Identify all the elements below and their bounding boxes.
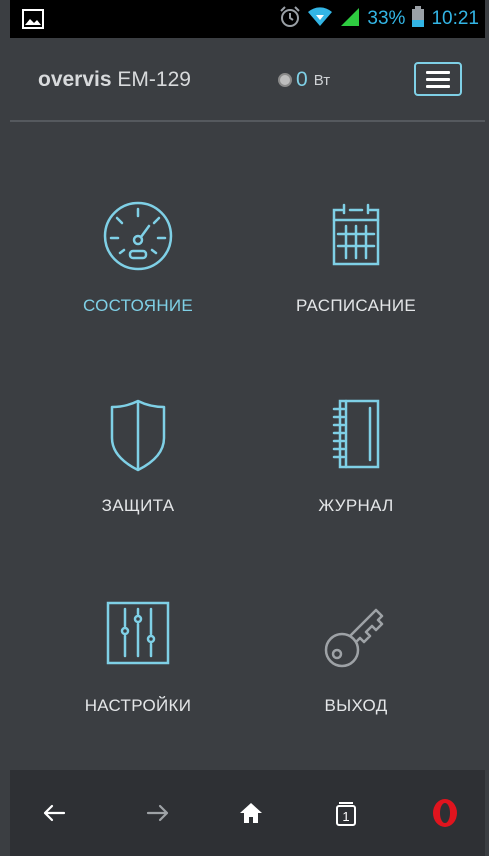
- hamburger-menu-button[interactable]: [414, 62, 462, 96]
- battery-icon: [411, 5, 425, 33]
- opera-icon: [433, 799, 457, 827]
- journal-icon: [332, 399, 380, 469]
- power-value: 0: [296, 68, 308, 91]
- tabs-icon: 1: [336, 802, 356, 826]
- tile-status[interactable]: СОСТОЯНИЕ: [38, 196, 238, 336]
- back-arrow-icon: [43, 804, 66, 822]
- power-reading: 0 Вт: [278, 68, 330, 92]
- key-icon: [324, 608, 384, 668]
- device-title: overvis EM-129: [38, 68, 191, 92]
- opera-menu-button[interactable]: [415, 770, 475, 856]
- forward-button[interactable]: [128, 770, 188, 856]
- tile-schedule[interactable]: РАСПИСАНИЕ: [256, 196, 456, 336]
- tile-logout[interactable]: ВЫХОД: [256, 596, 456, 736]
- menu-icon-line: [426, 77, 450, 81]
- sliders-icon: [106, 601, 170, 665]
- forward-arrow-icon: [146, 804, 169, 822]
- tile-settings[interactable]: НАСТРОЙКИ: [38, 596, 238, 736]
- home-button[interactable]: [221, 770, 281, 856]
- menu-icon-line: [426, 84, 450, 88]
- status-icons: 33% 10:21: [279, 0, 479, 38]
- status-bar: 33% 10:21: [10, 0, 485, 38]
- back-button[interactable]: [24, 770, 84, 856]
- app-header: overvis EM-129 0 Вт: [10, 38, 485, 122]
- menu-icon-line: [426, 70, 450, 74]
- signal-icon: [339, 7, 361, 32]
- gauge-icon: [103, 201, 173, 271]
- wifi-icon: [307, 6, 333, 32]
- brand-name: overvis: [38, 68, 112, 91]
- tile-schedule-label: РАСПИСАНИЕ: [296, 296, 416, 315]
- clock: 10:21: [431, 8, 479, 29]
- gallery-icon: [22, 9, 44, 34]
- tile-protection-label: ЗАЩИТА: [101, 496, 175, 515]
- tabs-button[interactable]: 1: [316, 770, 376, 856]
- browser-nav-bar: 1: [10, 770, 485, 856]
- shield-icon: [110, 399, 166, 472]
- tile-settings-label: НАСТРОЙКИ: [84, 696, 192, 715]
- status-dot-icon: [278, 73, 292, 87]
- tile-protection[interactable]: ЗАЩИТА: [38, 396, 238, 536]
- power-unit: Вт: [313, 71, 331, 89]
- battery-percent: 33%: [367, 8, 406, 29]
- device-model: EM-129: [117, 68, 191, 91]
- tab-count: 1: [342, 809, 349, 824]
- alarm-icon: [279, 5, 301, 33]
- tile-journal-label: ЖУРНАЛ: [318, 496, 394, 515]
- tile-logout-label: ВЫХОД: [324, 696, 388, 715]
- tile-journal[interactable]: ЖУРНАЛ: [256, 396, 456, 536]
- tile-status-label: СОСТОЯНИЕ: [82, 296, 194, 315]
- calendar-icon: [332, 203, 380, 266]
- home-icon: [240, 803, 262, 823]
